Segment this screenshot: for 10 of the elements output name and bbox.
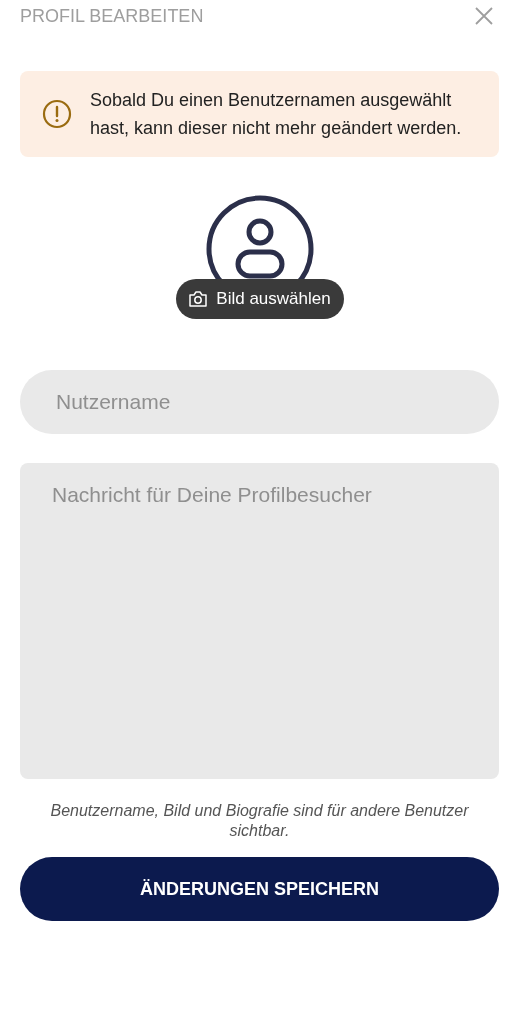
warning-icon (42, 99, 72, 129)
username-field[interactable]: Nutzername (20, 370, 499, 434)
choose-picture-button[interactable]: Bild auswählen (175, 279, 344, 319)
bio-field[interactable]: Nachricht für Deine Profilbesucher (20, 463, 499, 779)
camera-icon (188, 290, 209, 308)
close-icon[interactable] (474, 6, 494, 26)
visibility-note: Benutzername, Bild und Biografie sind für andere Benutzer sichtbar. (49, 801, 470, 841)
page-title: PROFIL BEARBEITEN (20, 5, 204, 27)
save-button[interactable]: ÄNDERUNGEN SPEICHERN (20, 857, 499, 921)
warning-text: Sobald Du einen Benutzernamen ausgewählt hast, kann dieser nicht mehr geändert werden. (90, 89, 463, 140)
